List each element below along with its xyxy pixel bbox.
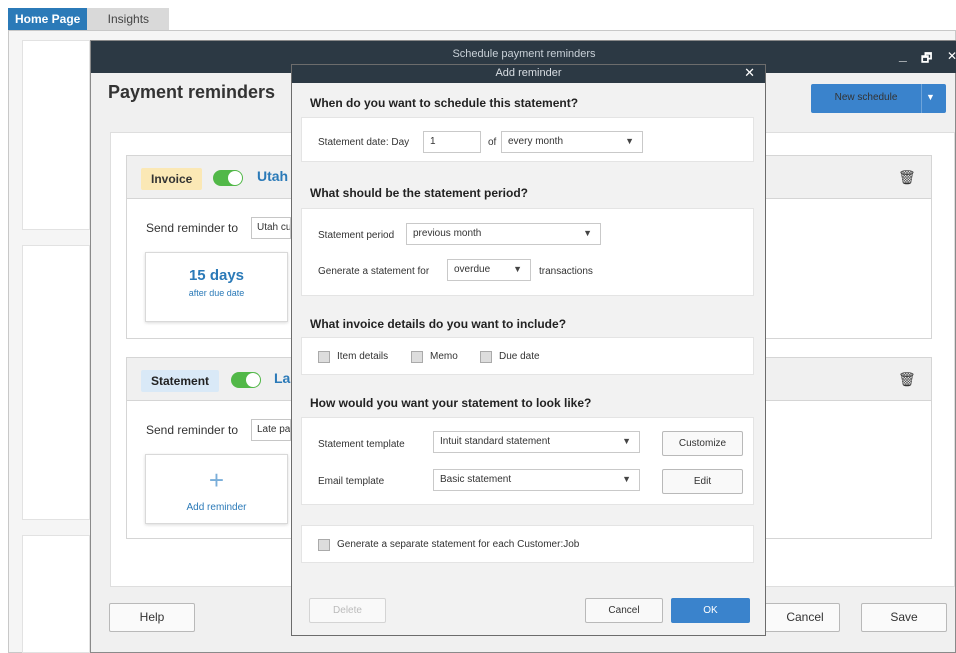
cancel-label: Cancel — [786, 610, 824, 624]
template-value: Intuit standard statement — [440, 436, 551, 447]
email-template-value: Basic statement — [440, 474, 512, 485]
trash-icon[interactable]: 🗑 — [898, 371, 916, 388]
day-input[interactable]: 1 — [423, 131, 481, 153]
transactions-label: transactions — [539, 266, 593, 277]
window-title: Schedule payment reminders — [452, 48, 596, 60]
cancel-button[interactable]: Cancel — [760, 603, 840, 632]
memo-checkbox[interactable] — [411, 351, 423, 363]
send-reminder-label: Send reminder to — [146, 423, 239, 437]
page-title: Payment reminders — [108, 82, 276, 102]
restore-icon[interactable]: 🗗 — [921, 49, 932, 70]
generate-statement-label: Generate a statement for — [318, 266, 430, 277]
send-reminder-select[interactable]: Late pa — [251, 419, 291, 441]
invoice-badge: Invoice — [141, 168, 203, 190]
frequency-select[interactable]: every month ▼ — [501, 131, 643, 153]
add-reminder-label: Add reminder — [186, 502, 247, 513]
schedule-section: Statement date: Day 1 of every month ▼ — [301, 117, 754, 162]
help-button[interactable]: Help — [109, 603, 195, 632]
period-question: What should be the statement period? — [310, 186, 529, 200]
schedule-question: When do you want to schedule this statem… — [310, 96, 579, 110]
details-section: Item details Memo Due date — [301, 337, 754, 375]
background-card — [22, 535, 90, 653]
save-button[interactable]: Save — [861, 603, 947, 632]
statement-template-select[interactable]: Intuit standard statement ▼ — [433, 431, 640, 453]
customer-name[interactable]: Utah — [257, 168, 288, 184]
tab-home-page[interactable]: Home Page — [8, 8, 88, 30]
chevron-down-icon: ▼ — [625, 136, 634, 146]
dialog-title-bar: Add reminder ✕ — [292, 65, 765, 83]
button-divider — [921, 84, 922, 113]
delete-button[interactable]: Delete — [309, 598, 386, 623]
trash-icon[interactable]: 🗑 — [898, 169, 916, 186]
customize-button[interactable]: Customize — [662, 431, 743, 456]
statement-badge: Statement — [141, 370, 220, 392]
help-label: Help — [139, 610, 165, 624]
customer-name[interactable]: La — [274, 370, 290, 386]
top-tab-bar: Home Page Insights — [8, 8, 956, 30]
save-label: Save — [890, 610, 918, 624]
email-template-select[interactable]: Basic statement ▼ — [433, 469, 640, 491]
of-label: of — [488, 137, 497, 148]
background-card — [22, 40, 90, 230]
dialog-title: Add reminder — [495, 67, 562, 79]
statement-period-select[interactable]: previous month ▼ — [406, 223, 601, 245]
chevron-down-icon: ▼ — [622, 474, 631, 484]
due-date-checkbox[interactable] — [480, 351, 492, 363]
item-details-checkbox[interactable] — [318, 351, 330, 363]
add-reminder-tile[interactable]: + Add reminder — [145, 454, 288, 524]
look-question: How would you want your statement to loo… — [310, 396, 592, 410]
template-section: Statement template Intuit standard state… — [301, 417, 754, 505]
close-icon[interactable]: ✕ — [744, 65, 755, 81]
separate-statement-label: Generate a separate statement for each C… — [337, 539, 580, 550]
separate-statement-checkbox[interactable] — [318, 539, 330, 551]
chevron-down-icon[interactable]: ▼ — [926, 92, 935, 102]
statement-date-label: Statement date: Day — [318, 137, 410, 148]
send-reminder-select[interactable]: Utah cu — [251, 217, 291, 239]
send-reminder-label: Send reminder to — [146, 221, 239, 235]
dialog-cancel-button[interactable]: Cancel — [585, 598, 663, 623]
generate-for-select[interactable]: overdue ▼ — [447, 259, 531, 281]
new-schedule-label: New schedule — [834, 92, 898, 103]
minimize-icon[interactable]: _ — [899, 47, 907, 63]
reminder-timing: after due date — [188, 288, 245, 298]
statement-period-label: Statement period — [318, 230, 395, 241]
reminder-days: 15 days — [188, 267, 245, 284]
background-card — [22, 245, 90, 520]
email-template-label: Email template — [318, 476, 385, 487]
ok-button[interactable]: OK — [671, 598, 750, 623]
details-question: What invoice details do you want to incl… — [310, 317, 567, 331]
due-date-label: Due date — [499, 351, 540, 362]
add-reminder-dialog: Add reminder ✕ When do you want to sched… — [291, 64, 766, 636]
separate-statement-section: Generate a separate statement for each C… — [301, 525, 754, 563]
chevron-down-icon: ▼ — [513, 264, 522, 274]
item-details-label: Item details — [337, 351, 389, 362]
generate-value: overdue — [454, 264, 491, 275]
statement-template-label: Statement template — [318, 439, 405, 450]
reminder-tile[interactable]: 15 days after due date — [145, 252, 288, 322]
toggle-knob — [246, 373, 260, 387]
chevron-down-icon: ▼ — [583, 228, 592, 238]
memo-label: Memo — [430, 351, 458, 362]
frequency-value: every month — [508, 136, 564, 147]
new-schedule-button[interactable]: New schedule ▼ — [811, 84, 946, 113]
close-window-icon[interactable]: ✕ — [947, 49, 956, 63]
edit-button[interactable]: Edit — [662, 469, 743, 494]
chevron-down-icon: ▼ — [622, 436, 631, 446]
period-value: previous month — [413, 228, 482, 239]
tab-insights[interactable]: Insights — [87, 8, 170, 30]
plus-icon: + — [208, 465, 225, 495]
statement-toggle[interactable] — [231, 372, 261, 388]
toggle-knob — [228, 171, 242, 185]
period-section: Statement period previous month ▼ Genera… — [301, 208, 754, 296]
invoice-toggle[interactable] — [213, 170, 243, 186]
